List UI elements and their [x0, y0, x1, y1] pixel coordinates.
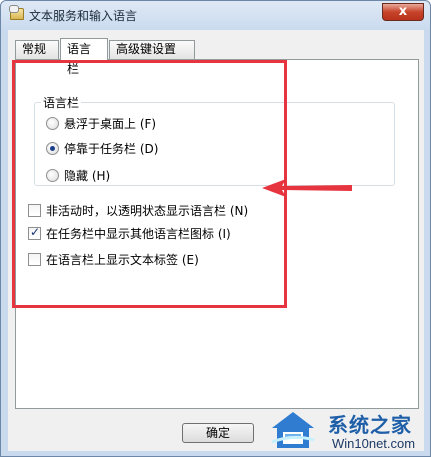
watermark-title: 系统之家: [328, 413, 412, 437]
keyboard-icon: [9, 5, 24, 20]
window-title: 文本服务和输入语言: [29, 9, 138, 23]
watermark: 系统之家 Win10net.com: [266, 406, 431, 457]
title-bar[interactable]: 文本服务和输入语言 x: [1, 1, 430, 29]
tab-general[interactable]: 常规: [15, 40, 59, 59]
red-arrow-annotation: [262, 179, 352, 197]
close-button[interactable]: x: [382, 3, 424, 21]
highlight-rectangle: [12, 60, 287, 308]
watermark-url: Win10net.com: [332, 436, 416, 451]
tab-advanced-key-settings[interactable]: 高级键设置: [109, 40, 195, 59]
tab-language-bar[interactable]: 语言栏: [60, 38, 108, 76]
ok-button[interactable]: 确定: [182, 423, 254, 443]
house-logo-icon: [271, 412, 315, 448]
